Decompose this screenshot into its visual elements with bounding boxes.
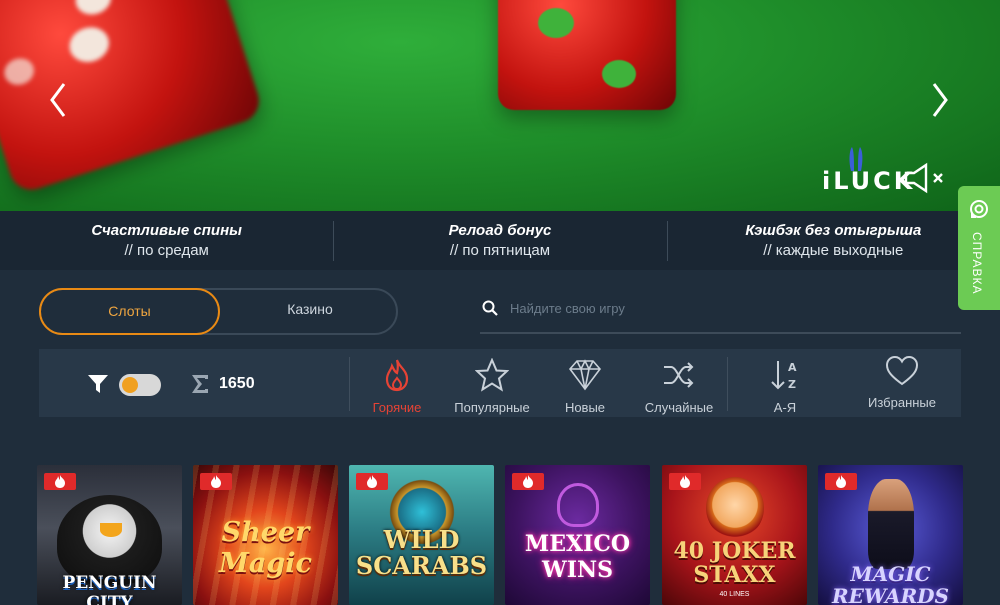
heart-icon: [885, 355, 919, 386]
help-label: СПРАВКА: [970, 232, 984, 295]
flame-icon: [367, 475, 377, 488]
promo-subtitle: // по пятницам: [449, 242, 551, 259]
flame-icon: [836, 475, 846, 488]
promo-strip: Счастливые спины // по средам Релоад бон…: [0, 211, 1000, 270]
search-input[interactable]: [510, 294, 950, 322]
filter-funnel-icon[interactable]: [87, 373, 109, 395]
game-title: 40 JOKER STAXX: [673, 538, 796, 588]
flame-icon: [385, 359, 409, 392]
star-icon: [475, 358, 509, 392]
game-title: MEXICO WINS: [524, 531, 631, 583]
search-icon: [482, 300, 498, 316]
promo-item-reload-bonus[interactable]: Релоад бонус // по пятницам: [333, 211, 666, 270]
category-label: Горячие: [372, 400, 422, 415]
svg-text:Z: Z: [788, 378, 796, 391]
toggle-knob: [122, 377, 138, 393]
svg-text:A: A: [788, 361, 797, 374]
game-subtitle: 40 LINES: [719, 591, 750, 598]
game-title: PENGUIN CITY: [62, 573, 157, 605]
game-type-tabs: Слоты Казино: [39, 288, 398, 335]
category-label: А-Я: [773, 400, 797, 415]
support-headset-icon: [970, 200, 988, 218]
promo-item-lucky-spins[interactable]: Счастливые спины // по средам: [0, 211, 333, 270]
dice-image-left: [0, 0, 265, 196]
promo-title: Релоад бонус: [448, 222, 552, 239]
filter-bar: 1650 Горячие Популярные Новые Случайные: [39, 349, 961, 417]
hot-badge: [825, 473, 857, 490]
tab-slots[interactable]: Слоты: [39, 288, 220, 335]
hot-badge: [356, 473, 388, 490]
category-sort-az[interactable]: A Z А-Я: [735, 355, 835, 415]
category-favorites[interactable]: Избранные: [852, 355, 952, 415]
game-tile-sheer-magic[interactable]: Sheer Magic: [193, 465, 338, 605]
hero-banner[interactable]: iLUCK: [0, 0, 1000, 211]
category-label: Избранные: [868, 395, 936, 410]
category-new[interactable]: Новые: [535, 355, 635, 415]
game-title: WILD SCARABS: [355, 525, 488, 580]
shuffle-icon: [664, 362, 694, 388]
hot-badge: [200, 473, 232, 490]
flame-icon: [523, 475, 533, 488]
carousel-next-arrow-icon[interactable]: [928, 80, 952, 120]
category-label: Популярные: [454, 400, 530, 415]
game-title: MAGIC REWARDS: [832, 562, 949, 605]
games-count: 1650: [219, 375, 255, 392]
flame-icon: [55, 475, 65, 488]
promo-title: Кэшбэк без отыгрыша: [745, 222, 922, 239]
game-title: Sheer Magic: [219, 517, 312, 579]
search-bar: [480, 288, 961, 334]
game-tile-wild-scarabs[interactable]: WILD SCARABS: [349, 465, 494, 605]
hot-badge: [512, 473, 544, 490]
promo-item-cashback[interactable]: Кэшбэк без отыгрыша // каждые выходные: [666, 211, 1000, 270]
diamond-icon: [568, 359, 602, 391]
category-hot[interactable]: Горячие: [347, 355, 447, 415]
game-tile-magic-rewards[interactable]: MAGIC REWARDS: [818, 465, 963, 605]
sigma-icon: [192, 375, 208, 393]
promo-subtitle: // по средам: [124, 242, 209, 259]
hot-badge: [669, 473, 701, 490]
filter-toggle[interactable]: [119, 374, 161, 396]
help-tab-button[interactable]: СПРАВКА: [958, 186, 1000, 310]
hot-badge: [44, 473, 76, 490]
game-tile-mexico-wins[interactable]: MEXICO WINS: [505, 465, 650, 605]
promo-title: Счастливые спины: [91, 222, 242, 239]
category-popular[interactable]: Популярные: [442, 355, 542, 415]
flame-icon: [680, 475, 690, 488]
promo-subtitle: // каждые выходные: [763, 242, 904, 259]
category-random[interactable]: Случайные: [629, 355, 729, 415]
carousel-prev-arrow-icon[interactable]: [46, 80, 70, 120]
sound-mute-icon[interactable]: [902, 162, 950, 194]
flame-icon: [211, 475, 221, 488]
divider: [727, 357, 728, 411]
sort-az-icon: A Z: [771, 361, 797, 391]
category-label: Случайные: [644, 400, 714, 415]
game-tile-penguin-city[interactable]: PENGUIN CITY: [37, 465, 182, 605]
category-label: Новые: [564, 400, 606, 415]
dice-image-right: [498, 0, 676, 110]
game-tile-40-joker-staxx[interactable]: 40 JOKER STAXX 40 LINES: [662, 465, 807, 605]
tab-casino[interactable]: Казино: [221, 288, 399, 335]
